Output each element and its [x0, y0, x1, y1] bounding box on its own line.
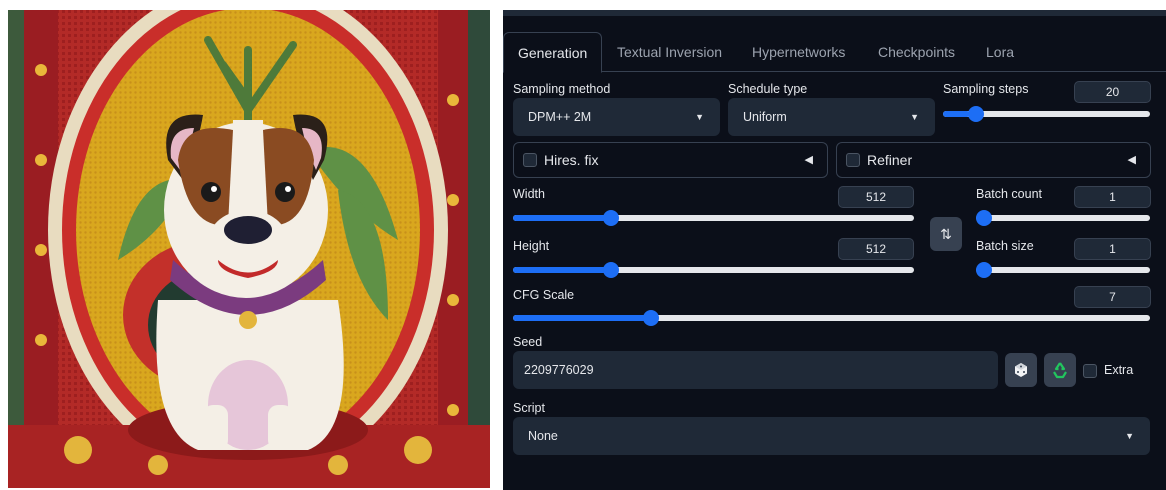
- generated-image: [8, 10, 490, 488]
- cfg-scale-label: CFG Scale: [513, 288, 575, 302]
- hires-fix-checkbox[interactable]: [523, 153, 537, 167]
- recycle-icon: [1053, 362, 1067, 379]
- batch-count-label: Batch count: [976, 187, 1043, 201]
- script-dropdown[interactable]: None ▼: [513, 417, 1150, 455]
- schedule-type-value: Uniform: [743, 110, 787, 124]
- hires-fix-accordion[interactable]: Hires. fix ◀: [513, 142, 828, 178]
- cfg-scale-slider[interactable]: [513, 310, 1150, 326]
- schedule-type-dropdown[interactable]: Uniform ▼: [728, 98, 935, 136]
- tab-checkpoints[interactable]: Checkpoints: [878, 32, 955, 72]
- sampling-method-dropdown[interactable]: DPM++ 2M ▼: [513, 98, 720, 136]
- hires-fix-label: Hires. fix: [544, 152, 599, 168]
- sampling-method-label: Sampling method: [513, 82, 611, 96]
- height-slider[interactable]: [513, 262, 914, 278]
- chevron-down-icon: ▼: [1125, 431, 1134, 441]
- chevron-down-icon: ▼: [910, 112, 919, 122]
- slider-thumb[interactable]: [967, 106, 984, 122]
- height-label: Height: [513, 239, 550, 253]
- width-slider[interactable]: [513, 210, 914, 226]
- sampling-steps-input[interactable]: 20: [1074, 81, 1151, 103]
- dice-icon: [1015, 363, 1027, 377]
- reuse-seed-button[interactable]: [1044, 353, 1076, 387]
- random-seed-button[interactable]: [1005, 353, 1037, 387]
- cfg-scale-input[interactable]: 7: [1074, 286, 1151, 308]
- collapse-triangle-icon: ◀: [1127, 154, 1136, 166]
- txt2img-settings-panel: Generation Textual Inversion Hypernetwor…: [503, 10, 1166, 490]
- tab-textual-inversion[interactable]: Textual Inversion: [617, 32, 722, 72]
- refiner-label: Refiner: [867, 152, 913, 168]
- seed-input[interactable]: 2209776029: [513, 351, 998, 389]
- tab-hypernetworks[interactable]: Hypernetworks: [752, 32, 845, 72]
- batch-size-input[interactable]: 1: [1074, 238, 1151, 260]
- refiner-checkbox[interactable]: [846, 153, 860, 167]
- collapse-triangle-icon: ◀: [804, 154, 813, 166]
- slider-thumb[interactable]: [643, 310, 660, 326]
- slider-thumb[interactable]: [976, 210, 992, 226]
- top-divider: [503, 10, 1166, 16]
- slider-thumb[interactable]: [976, 262, 992, 278]
- extra-seed-checkbox[interactable]: [1083, 364, 1097, 378]
- batch-count-slider[interactable]: [976, 210, 1150, 226]
- script-value: None: [528, 429, 558, 443]
- sampling-steps-label: Sampling steps: [943, 82, 1029, 96]
- seed-label: Seed: [513, 335, 543, 349]
- chevron-down-icon: ▼: [695, 112, 704, 122]
- batch-count-input[interactable]: 1: [1074, 186, 1151, 208]
- width-input[interactable]: 512: [838, 186, 914, 208]
- extra-label: Extra: [1104, 363, 1134, 377]
- tab-generation[interactable]: Generation: [503, 32, 603, 73]
- script-label: Script: [513, 401, 545, 415]
- tab-lora[interactable]: Lora: [986, 32, 1014, 72]
- height-input[interactable]: 512: [838, 238, 914, 260]
- sampling-method-value: DPM++ 2M: [528, 110, 592, 124]
- extra-networks-tabs: Generation Textual Inversion Hypernetwor…: [503, 32, 1166, 73]
- slider-thumb[interactable]: [603, 262, 620, 278]
- slider-thumb[interactable]: [603, 210, 620, 226]
- width-label: Width: [513, 187, 545, 201]
- bulldog-embroidery-image: [8, 10, 490, 488]
- batch-size-slider[interactable]: [976, 262, 1150, 278]
- schedule-type-label: Schedule type: [728, 82, 808, 96]
- swap-arrows-icon: ⇅: [940, 226, 952, 242]
- swap-dimensions-button[interactable]: ⇅: [930, 217, 962, 251]
- refiner-accordion[interactable]: Refiner ◀: [836, 142, 1151, 178]
- batch-size-label: Batch size: [976, 239, 1034, 253]
- sampling-steps-slider[interactable]: [943, 106, 1150, 122]
